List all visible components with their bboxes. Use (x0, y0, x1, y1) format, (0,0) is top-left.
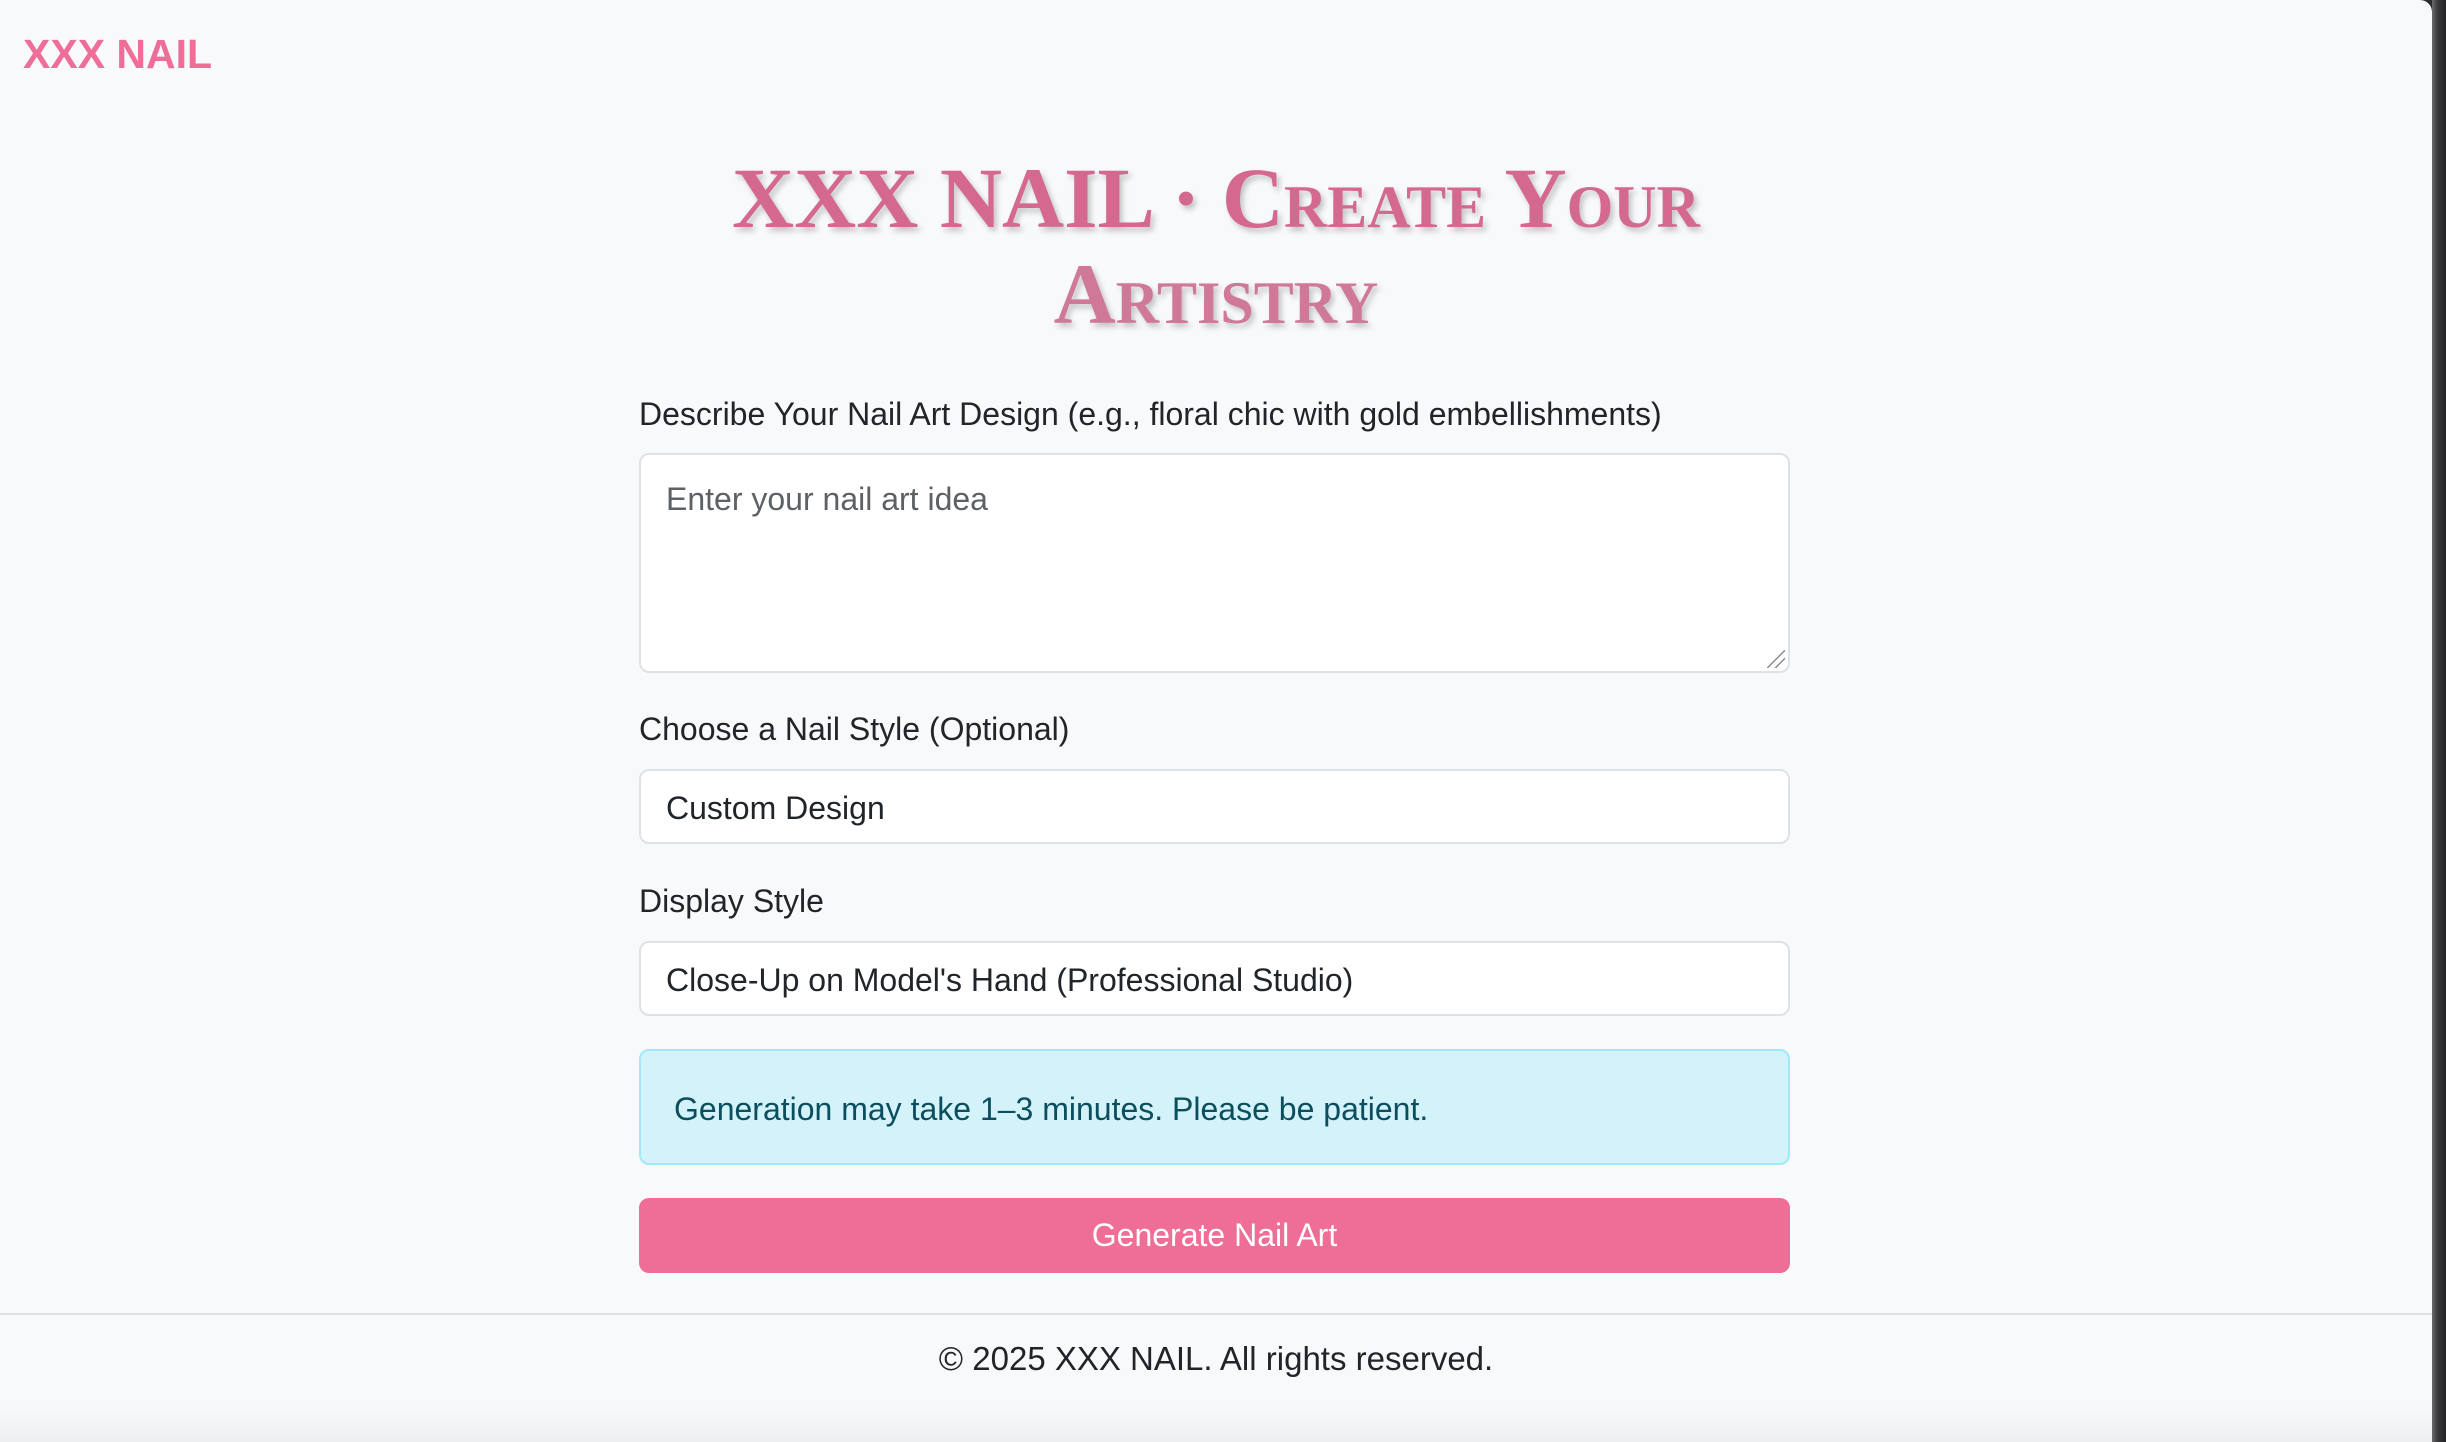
page-title: XXX NAIL · Create Your Artistry (0, 150, 2432, 342)
nail-style-selected-value: Custom Design (666, 790, 885, 826)
generate-nail-art-button[interactable]: Generate Nail Art (639, 1198, 1790, 1273)
page-title-line-1: XXX NAIL · Create Your (732, 150, 1700, 246)
display-style-selected-value: Close-Up on Model's Hand (Professional S… (666, 962, 1354, 998)
resize-handle-icon[interactable] (1767, 650, 1785, 668)
page-title-line-2: Artistry (1053, 246, 1379, 342)
nail-style-label: Choose a Nail Style (Optional) (639, 711, 1070, 747)
window-edge (2432, 0, 2446, 1442)
page-footer: © 2025 XXX NAIL. All rights reserved. (0, 1313, 2432, 1442)
nail-style-select[interactable]: Custom Design (639, 769, 1790, 844)
brand-logo[interactable]: XXX NAIL (23, 30, 212, 78)
footer-copyright: © 2025 XXX NAIL. All rights reserved. (938, 1340, 1494, 1377)
design-description-label: Describe Your Nail Art Design (e.g., flo… (639, 396, 1662, 432)
display-style-select[interactable]: Close-Up on Model's Hand (Professional S… (639, 941, 1790, 1016)
design-description-placeholder: Enter your nail art idea (666, 481, 988, 517)
design-description-textarea[interactable]: Enter your nail art idea (639, 453, 1790, 673)
generation-time-notice-text: Generation may take 1–3 minutes. Please … (674, 1091, 1429, 1127)
display-style-label: Display Style (639, 883, 824, 919)
generation-time-notice: Generation may take 1–3 minutes. Please … (639, 1049, 1790, 1165)
page-viewport: XXX NAIL XXX NAIL · Create Your Artistry… (0, 0, 2432, 1442)
